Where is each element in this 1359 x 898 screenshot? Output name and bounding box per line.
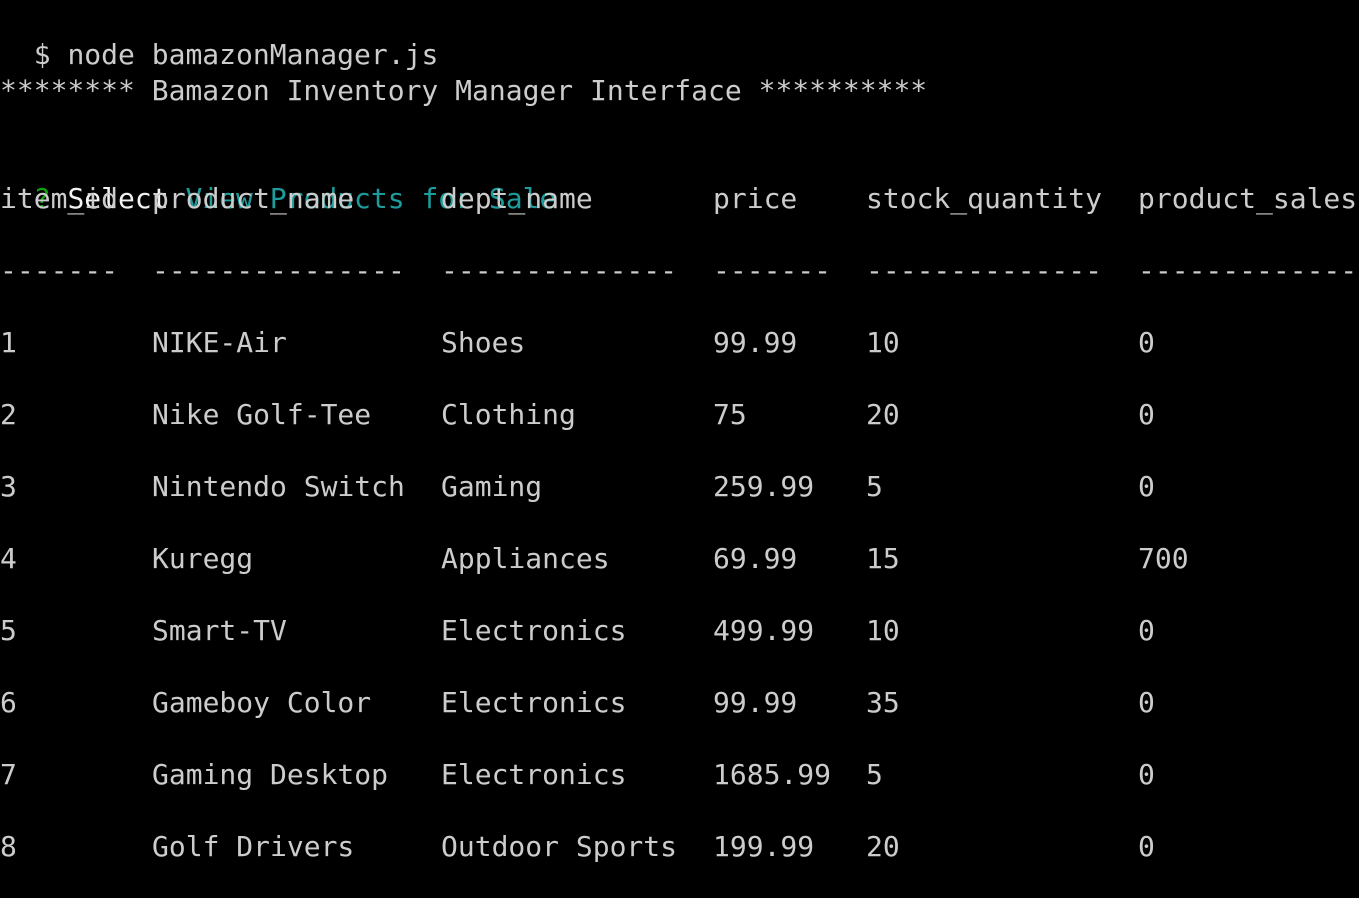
- cell-price: 75: [713, 398, 747, 431]
- cell-stock-quantity: 20: [866, 830, 900, 863]
- cell-stock-quantity: 15: [866, 542, 900, 575]
- cell-item-id: 4: [0, 542, 17, 575]
- cell-product-name: Kuregg: [152, 542, 254, 575]
- header-product-name: product_name: [152, 182, 355, 215]
- cell-product-name: Nike Golf-Tee: [152, 398, 372, 431]
- header-stock-quantity: stock_quantity: [866, 182, 1103, 215]
- cell-dept-name: Shoes: [441, 326, 526, 359]
- cell-product-sales: 0: [1138, 614, 1155, 647]
- header-product-sales: product_sales: [1138, 182, 1358, 215]
- cell-stock-quantity: 10: [866, 614, 900, 647]
- cell-stock-quantity: 10: [866, 326, 900, 359]
- cell-price: 1685.99: [713, 758, 832, 791]
- cell-item-id: 2: [0, 398, 17, 431]
- command-line: $ node bamazonManager.js: [0, 1, 439, 71]
- separator: --------------: [441, 254, 678, 287]
- cell-dept-name: Electronics: [441, 686, 627, 719]
- header-dept-name: dept_name: [441, 182, 593, 215]
- cell-product-sales: 0: [1138, 686, 1155, 719]
- separator: -------: [713, 254, 832, 287]
- prompt-symbol: $: [33, 38, 51, 71]
- cell-dept-name: Electronics: [441, 758, 627, 791]
- cell-price: 259.99: [713, 470, 815, 503]
- cell-product-name: Golf Drivers: [152, 830, 355, 863]
- terminal-window[interactable]: { "terminal": { "prompt_symbol": "$", "c…: [0, 0, 1359, 898]
- cell-product-sales: 0: [1138, 398, 1155, 431]
- cell-product-sales: 0: [1138, 470, 1155, 503]
- cell-item-id: 3: [0, 470, 17, 503]
- cell-dept-name: Appliances: [441, 542, 610, 575]
- separator: --------------: [1138, 254, 1359, 287]
- cell-product-sales: 700: [1138, 542, 1189, 575]
- cell-stock-quantity: 20: [866, 398, 900, 431]
- cell-dept-name: Outdoor Sports: [441, 830, 678, 863]
- cell-product-sales: 0: [1138, 830, 1155, 863]
- cell-price: 499.99: [713, 614, 815, 647]
- cell-stock-quantity: 35: [866, 686, 900, 719]
- cell-item-id: 6: [0, 686, 17, 719]
- app-banner: ******** Bamazon Inventory Manager Inter…: [0, 74, 928, 107]
- cell-dept-name: Gaming: [441, 470, 543, 503]
- cell-item-id: 5: [0, 614, 17, 647]
- cell-price: 199.99: [713, 830, 815, 863]
- cell-price: 69.99: [713, 542, 798, 575]
- header-price: price: [713, 182, 798, 215]
- cell-product-name: Nintendo Switch: [152, 470, 405, 503]
- separator: -------: [0, 254, 119, 287]
- separator: ---------------: [152, 254, 405, 287]
- menu-prompt: ? Select View Products for Sale: [0, 145, 557, 215]
- cell-product-name: NIKE-Air: [152, 326, 287, 359]
- cell-item-id: 8: [0, 830, 17, 863]
- cell-price: 99.99: [713, 326, 798, 359]
- command-text: node bamazonManager.js: [67, 38, 439, 71]
- cell-product-name: Gameboy Color: [152, 686, 372, 719]
- cell-stock-quantity: 5: [866, 470, 883, 503]
- cell-product-name: Smart-TV: [152, 614, 287, 647]
- cell-item-id: 7: [0, 758, 17, 791]
- header-item-id: item_id: [0, 182, 119, 215]
- cell-dept-name: Clothing: [441, 398, 576, 431]
- cell-price: 99.99: [713, 686, 798, 719]
- cell-item-id: 1: [0, 326, 17, 359]
- cell-product-name: Gaming Desktop: [152, 758, 389, 791]
- cell-dept-name: Electronics: [441, 614, 627, 647]
- cell-stock-quantity: 5: [866, 758, 883, 791]
- cell-product-sales: 0: [1138, 326, 1155, 359]
- cell-product-sales: 0: [1138, 758, 1155, 791]
- separator: --------------: [866, 254, 1103, 287]
